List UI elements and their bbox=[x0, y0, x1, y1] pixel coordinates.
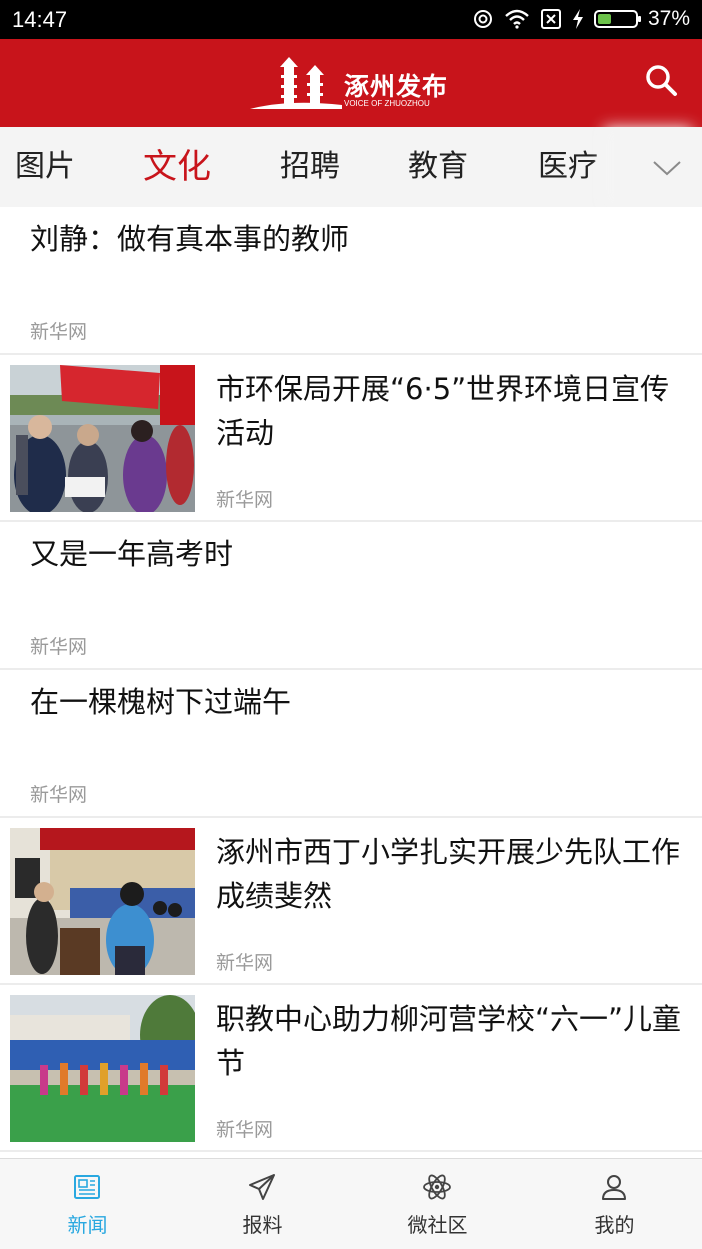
status-bar: 14:47 37% bbox=[0, 0, 702, 39]
tab-culture[interactable]: 文化 bbox=[143, 127, 211, 207]
no-sim-icon bbox=[540, 9, 561, 29]
tab-medical[interactable]: 医疗 bbox=[538, 127, 598, 207]
nav-label: 报料 bbox=[242, 1213, 283, 1237]
battery-percent: 37% bbox=[647, 7, 690, 30]
hotspot-icon bbox=[473, 10, 492, 28]
status-icons: 37% bbox=[472, 6, 690, 32]
nav-profile[interactable]: 我的 bbox=[527, 1159, 702, 1249]
news-source: 新华网 bbox=[30, 784, 88, 806]
environment-day-photo bbox=[10, 365, 195, 512]
category-tabs: 图片 文化 招聘 教育 医疗 bbox=[0, 127, 702, 207]
news-item[interactable]: 职教中心助力柳河营学校“六一”儿童节 新华网 bbox=[0, 985, 702, 1152]
nav-report[interactable]: 报料 bbox=[175, 1159, 350, 1249]
tab-pictures[interactable]: 图片 bbox=[15, 127, 75, 207]
news-source: 新华网 bbox=[30, 636, 88, 658]
app-logo: 涿州发布 VOICE OF ZHUOZHOU bbox=[248, 53, 458, 113]
nav-label: 微社区 bbox=[407, 1213, 468, 1237]
news-item[interactable]: 涿州市西丁小学扎实开展少先队工作成绩斐然 新华网 bbox=[0, 818, 702, 985]
news-title: 职教中心助力柳河营学校“六一”儿童节 bbox=[216, 1002, 682, 1080]
news-title: 刘静：做有真本事的教师 bbox=[30, 222, 350, 256]
news-thumbnail bbox=[10, 995, 195, 1142]
search-icon bbox=[646, 65, 677, 96]
news-source: 新华网 bbox=[216, 952, 274, 974]
logo-title: 涿州发布 bbox=[344, 72, 449, 101]
news-thumbnail bbox=[10, 365, 195, 512]
newspaper-icon bbox=[74, 1175, 100, 1199]
tab-jobs[interactable]: 招聘 bbox=[280, 127, 340, 207]
paper-plane-icon bbox=[249, 1174, 275, 1200]
news-item[interactable]: 刘静：做有真本事的教师 新华网 bbox=[0, 207, 702, 355]
tabs-expand-button[interactable] bbox=[614, 127, 702, 207]
nav-news[interactable]: 新闻 bbox=[0, 1159, 175, 1249]
charging-icon bbox=[572, 9, 583, 29]
wifi-icon bbox=[505, 9, 529, 29]
news-source: 新华网 bbox=[30, 321, 88, 343]
news-title: 在一棵槐树下过端午 bbox=[30, 685, 292, 719]
news-item[interactable]: 又是一年高考时 新华网 bbox=[0, 522, 702, 670]
news-thumbnail bbox=[10, 828, 195, 975]
nav-label: 我的 bbox=[594, 1213, 635, 1237]
tab-education[interactable]: 教育 bbox=[408, 127, 468, 207]
search-button[interactable] bbox=[642, 61, 682, 101]
user-icon bbox=[602, 1175, 626, 1200]
news-item[interactable]: 在一棵槐树下过端午 新华网 bbox=[0, 670, 702, 818]
news-item[interactable]: 市环保局开展“6·5”世界环境日宣传活动 新华网 bbox=[0, 355, 702, 522]
news-source: 新华网 bbox=[216, 1119, 274, 1141]
childrens-day-photo bbox=[10, 995, 195, 1142]
news-title: 又是一年高考时 bbox=[30, 537, 234, 571]
school-ceremony-photo bbox=[10, 828, 195, 975]
chevron-down-icon bbox=[653, 161, 681, 176]
atom-icon bbox=[423, 1174, 451, 1200]
battery-icon bbox=[593, 10, 641, 28]
nav-community[interactable]: 微社区 bbox=[350, 1159, 525, 1249]
news-title: 市环保局开展“6·5”世界环境日宣传活动 bbox=[216, 372, 670, 450]
app-header: 涿州发布 VOICE OF ZHUOZHOU bbox=[0, 39, 702, 127]
news-feed: 刘静：做有真本事的教师 新华网 市环保局开展“6·5”世界环境日宣传活动 新华网… bbox=[0, 207, 702, 1152]
tower-logo-icon bbox=[250, 57, 342, 109]
bottom-nav: 新闻 报料 微社区 我的 bbox=[0, 1158, 702, 1249]
logo-subtitle: VOICE OF ZHUOZHOU bbox=[344, 99, 430, 108]
status-time: 14:47 bbox=[12, 7, 68, 32]
nav-label: 新闻 bbox=[67, 1213, 108, 1237]
news-title: 涿州市西丁小学扎实开展少先队工作成绩斐然 bbox=[216, 835, 681, 913]
news-source: 新华网 bbox=[216, 489, 274, 511]
